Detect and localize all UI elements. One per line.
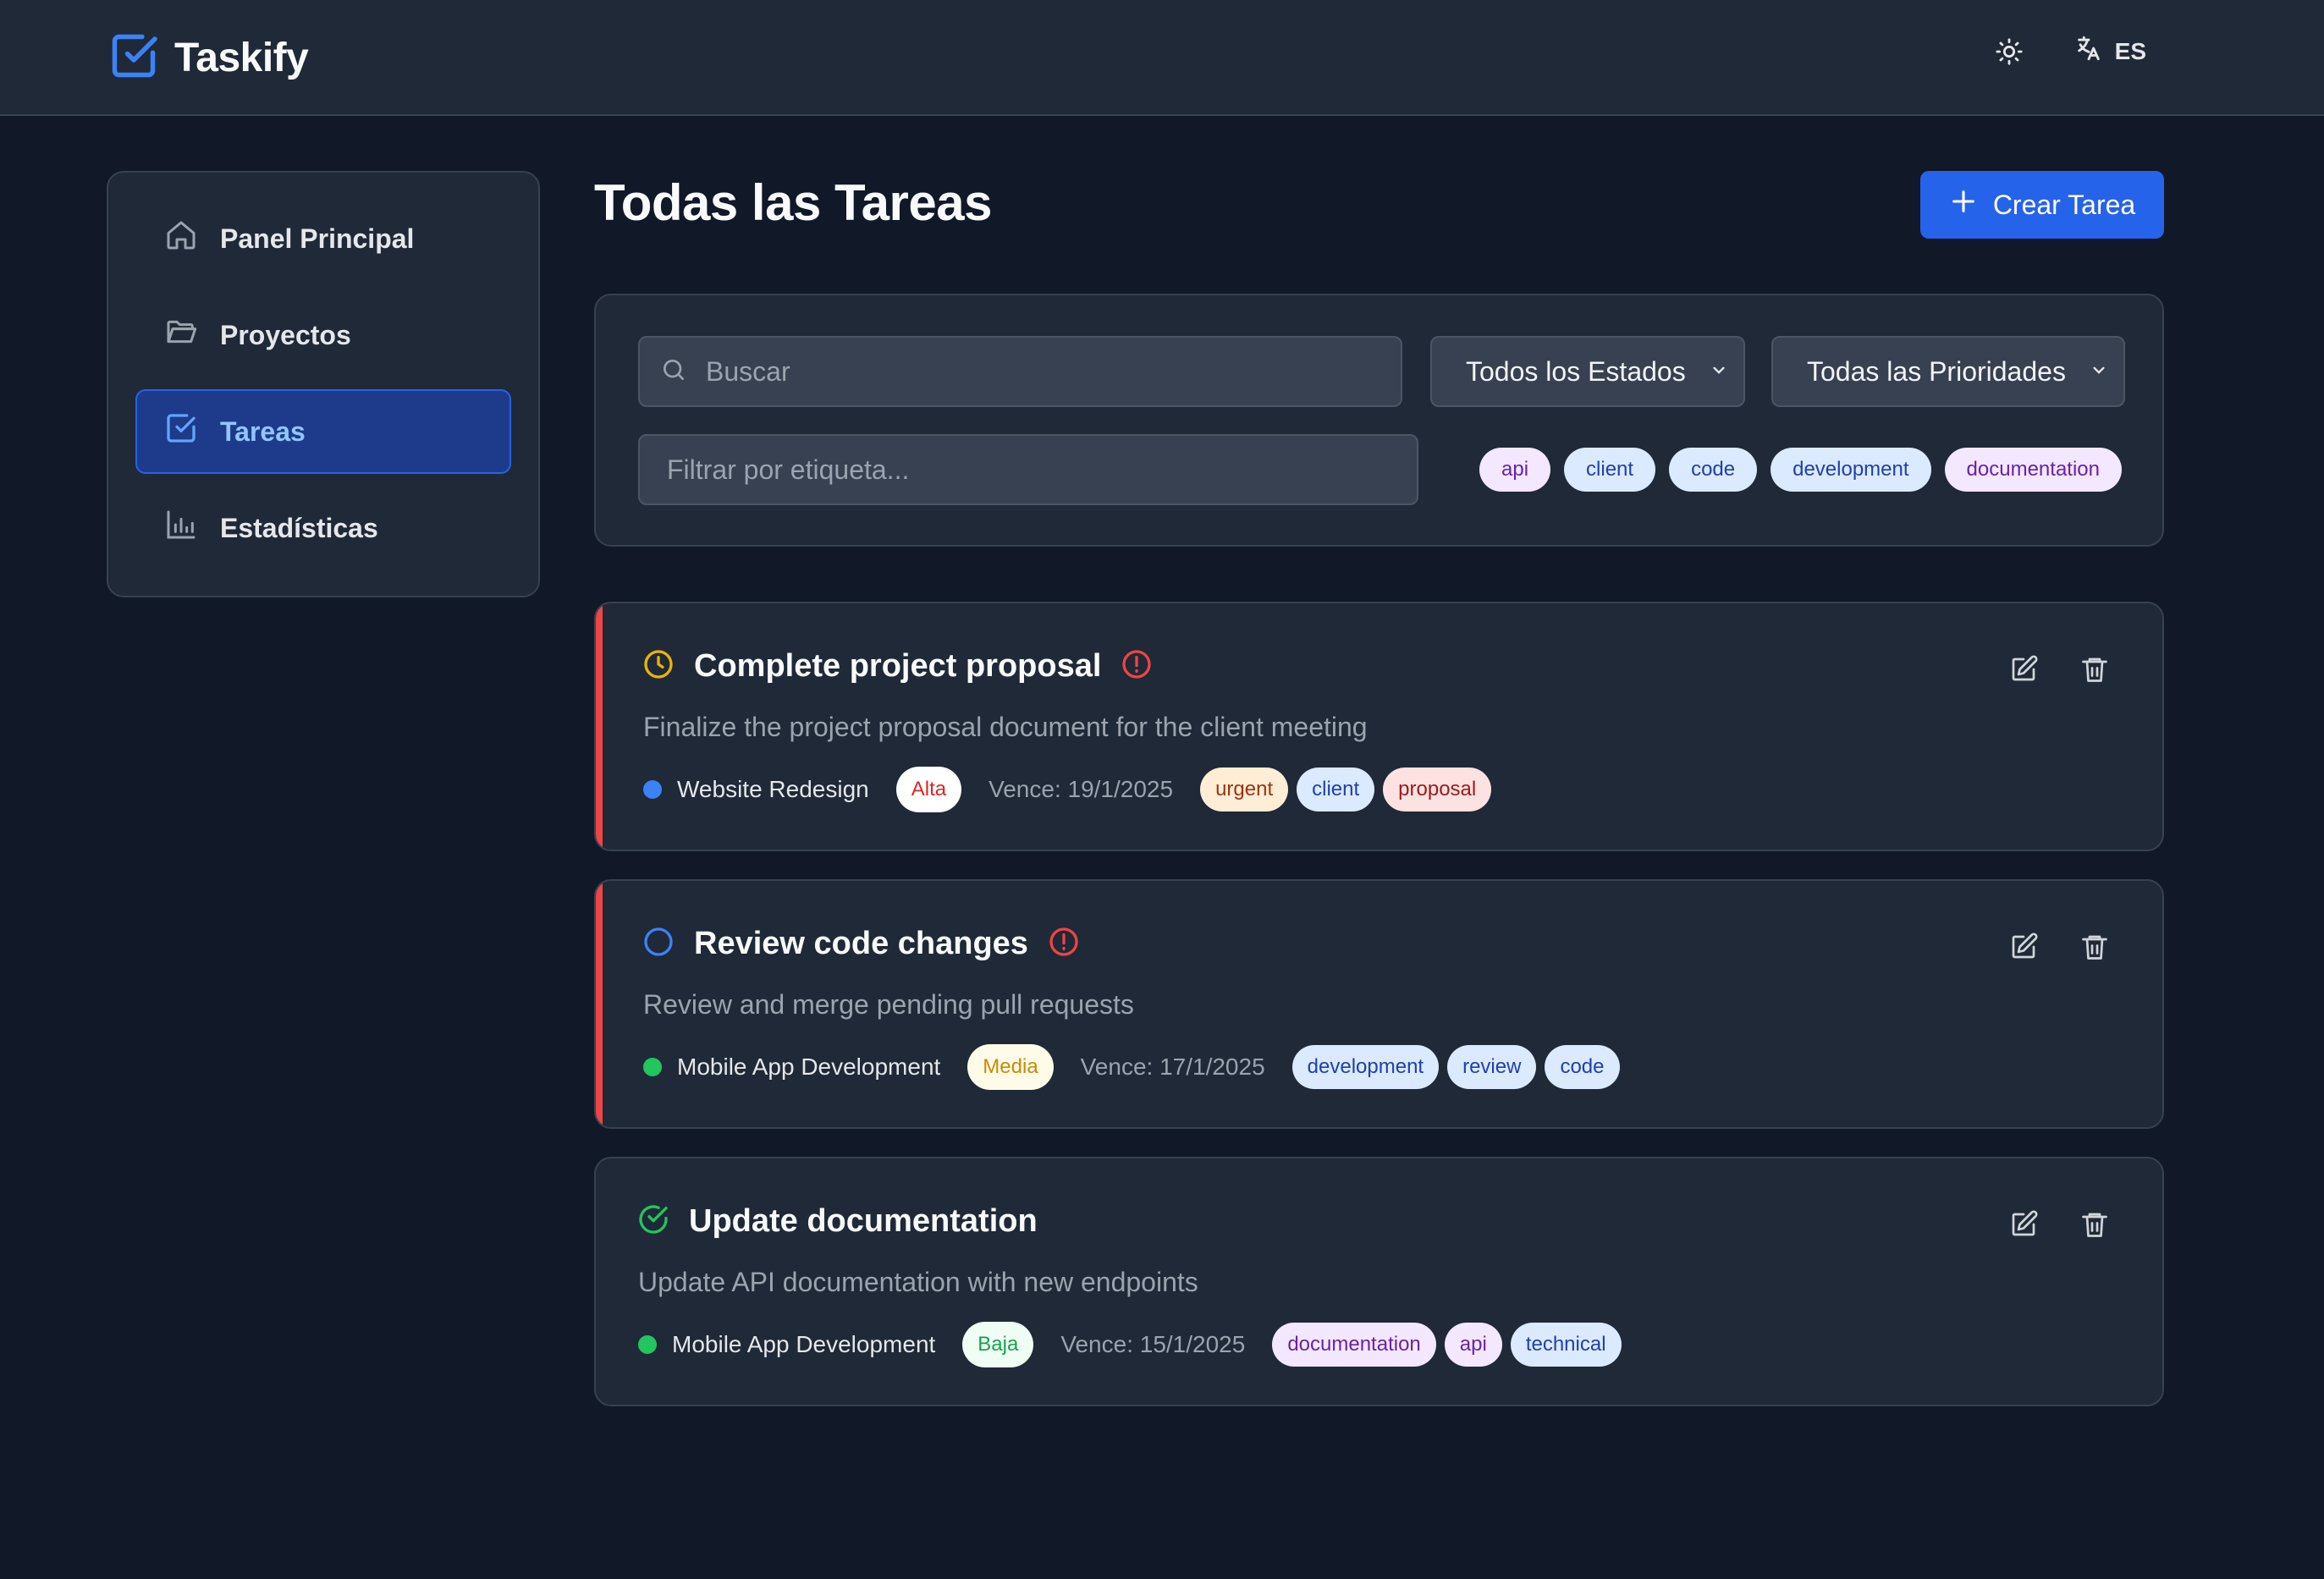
- page-title: Todas las Tareas: [594, 174, 993, 231]
- trash-icon[interactable]: [2079, 654, 2110, 685]
- top-bar: Taskify ES: [0, 0, 2324, 116]
- priority-badge: Alta: [895, 767, 962, 812]
- project-color-dot: [643, 1058, 662, 1076]
- create-task-label: Crear Tarea: [1992, 189, 2136, 220]
- task-tag: documentation: [1272, 1323, 1436, 1367]
- task-description: Finalize the project proposal document f…: [643, 712, 1368, 742]
- task-tag: api: [1444, 1323, 1502, 1367]
- edit-icon[interactable]: [2008, 1209, 2039, 1240]
- sidebar-item-label: Tareas: [220, 415, 306, 447]
- task-card[interactable]: Update documentation Update API document…: [594, 1157, 2164, 1406]
- edit-icon[interactable]: [2008, 654, 2039, 685]
- sidebar-item-tasks[interactable]: Tareas: [135, 389, 511, 474]
- due-date: Vence: 19/1/2025: [989, 776, 1174, 802]
- folder-icon: [164, 315, 198, 355]
- sidebar-item-statistics[interactable]: Estadísticas: [135, 486, 511, 570]
- task-title: Update documentation: [689, 1203, 1038, 1239]
- language-button[interactable]: ES: [2074, 34, 2146, 69]
- sidebar-item-dashboard[interactable]: Panel Principal: [135, 196, 511, 281]
- task-tag: development: [1291, 1045, 1440, 1089]
- tag-chip-code[interactable]: code: [1669, 448, 1758, 492]
- bar-chart-icon: [164, 508, 198, 548]
- clock-icon: [642, 647, 675, 685]
- chevron-down-icon: [2088, 356, 2110, 388]
- theme-toggle-sun-icon[interactable]: [1995, 37, 2024, 66]
- home-icon: [164, 218, 198, 259]
- create-task-button[interactable]: Crear Tarea: [1920, 171, 2164, 239]
- app-name: Taskify: [174, 36, 309, 80]
- project-color-dot: [643, 780, 662, 799]
- priority-select[interactable]: Todas las Prioridades: [1771, 336, 2125, 407]
- task-tag: client: [1297, 767, 1375, 812]
- task-title: Complete project proposal: [694, 648, 1102, 684]
- sidebar-item-label: Proyectos: [220, 319, 351, 350]
- check-circle-icon: [636, 1202, 670, 1241]
- edit-icon[interactable]: [2008, 932, 2039, 962]
- chevron-down-icon: [1708, 356, 1730, 388]
- tag-filter-chips: api client code development documentatio…: [1479, 448, 2122, 492]
- logo-check-icon: [108, 30, 159, 85]
- status-select-value: Todos los Estados: [1466, 355, 1686, 387]
- sidebar-item-label: Panel Principal: [220, 223, 415, 254]
- task-card[interactable]: Complete project proposal Finalize the p…: [594, 602, 2164, 851]
- status-select[interactable]: Todos los Estados: [1430, 336, 1745, 407]
- search-icon: [660, 356, 687, 388]
- task-project: Mobile App Development: [672, 1331, 936, 1357]
- task-project: Mobile App Development: [677, 1054, 941, 1080]
- tag-chip-client[interactable]: client: [1564, 448, 1656, 492]
- filters-panel: Todos los Estados Todas las Prioridades …: [594, 294, 2164, 547]
- task-tag: proposal: [1383, 767, 1492, 812]
- task-project: Website Redesign: [677, 776, 869, 802]
- brand[interactable]: Taskify: [108, 30, 309, 85]
- sidebar-item-projects[interactable]: Proyectos: [135, 293, 511, 377]
- task-title: Review code changes: [694, 926, 1028, 961]
- tag-filter-input[interactable]: [667, 454, 1417, 486]
- translate-icon: [2074, 34, 2103, 69]
- tag-chip-documentation[interactable]: documentation: [1944, 448, 2122, 492]
- priority-badge: Baja: [962, 1322, 1034, 1367]
- project-color-dot: [638, 1335, 657, 1354]
- trash-icon[interactable]: [2079, 1209, 2110, 1240]
- tag-filter-field[interactable]: [638, 434, 1418, 505]
- sidebar: Panel Principal Proyectos Tareas Estadís…: [107, 171, 540, 597]
- task-card[interactable]: Review code changes Review and merge pen…: [594, 879, 2164, 1129]
- priority-select-value: Todas las Prioridades: [1807, 355, 2066, 387]
- language-code: ES: [2114, 37, 2146, 64]
- plus-icon: [1949, 187, 1978, 223]
- task-tag: urgent: [1200, 767, 1289, 812]
- due-date: Vence: 17/1/2025: [1080, 1054, 1265, 1080]
- trash-icon[interactable]: [2079, 932, 2110, 962]
- priority-badge: Media: [967, 1044, 1054, 1090]
- task-description: Update API documentation with new endpoi…: [638, 1267, 1198, 1297]
- search-field[interactable]: [638, 336, 1402, 407]
- tag-chip-api[interactable]: api: [1479, 448, 1551, 492]
- task-description: Review and merge pending pull requests: [643, 989, 1134, 1020]
- overdue-alert-icon: [1120, 647, 1154, 685]
- due-date: Vence: 15/1/2025: [1060, 1331, 1246, 1357]
- task-check-icon: [164, 411, 198, 452]
- task-tag: review: [1447, 1045, 1537, 1089]
- task-tag: code: [1545, 1045, 1620, 1089]
- circle-icon: [642, 925, 675, 963]
- overdue-alert-icon: [1047, 925, 1081, 963]
- tag-chip-development[interactable]: development: [1771, 448, 1931, 492]
- task-tag: technical: [1510, 1323, 1622, 1367]
- search-input[interactable]: [706, 355, 1401, 388]
- sidebar-item-label: Estadísticas: [220, 512, 378, 543]
